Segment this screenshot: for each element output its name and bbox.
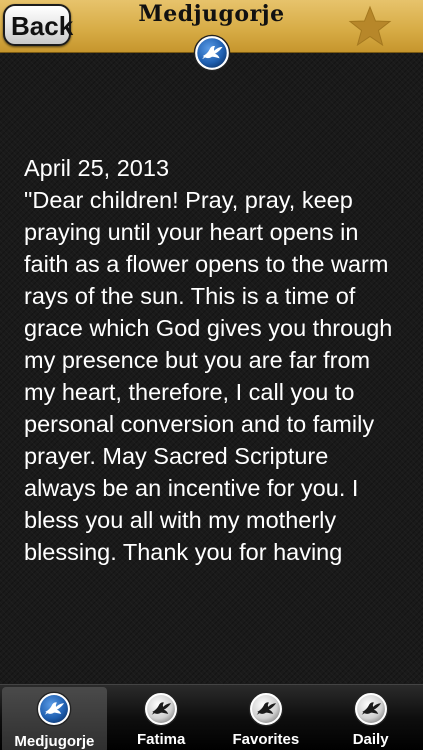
app-screen: Back Medjugorje April 25, 2013 "Dear chi… [0,0,423,750]
star-icon[interactable] [347,4,393,50]
tab-label: Fatima [136,731,186,748]
tab-label: Medjugorje [14,733,95,750]
tab-favorites[interactable]: Favorites [214,685,319,750]
message-date: April 25, 2013 [24,155,170,181]
tab-daily[interactable]: Daily [318,685,423,750]
tab-bar: Medjugorje Fatima Favorites Daily [0,684,423,750]
tab-label: Daily [352,731,389,748]
dove-icon [193,34,231,72]
tab-label: Favorites [232,731,300,748]
message-text: "Dear children! Pray, pray, keep praying… [24,187,393,565]
dove-icon [248,691,284,727]
tab-fatima[interactable]: Fatima [109,685,214,750]
dove-icon [143,691,179,727]
dove-icon [353,691,388,727]
dove-icon [37,691,72,727]
message-body: April 25, 2013 "Dear children! Pray, pra… [24,152,404,584]
tab-medjugorje[interactable]: Medjugorje [2,687,107,750]
